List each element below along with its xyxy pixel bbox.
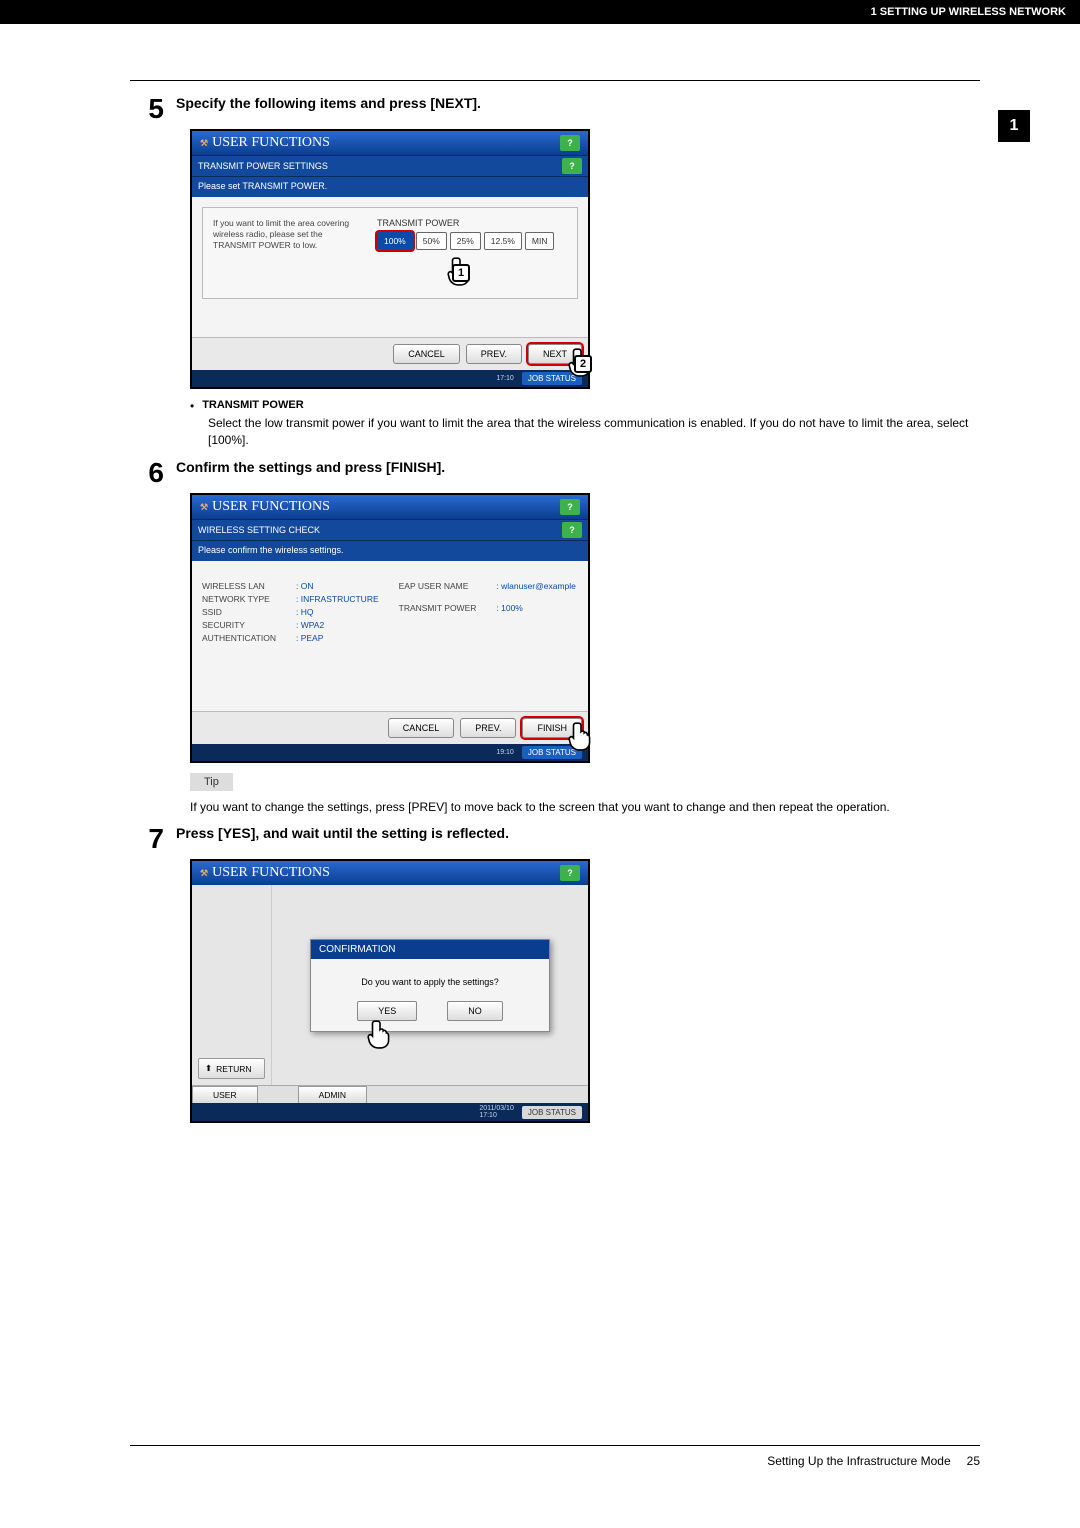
check-val: : ON [296,581,379,591]
chapter-tab: 1 [998,110,1030,142]
prev-button[interactable]: PREV. [460,718,516,738]
check-key: SSID [202,607,276,617]
panel-instruction: Please confirm the wireless settings. [192,541,588,561]
panel-title: USER FUNCTIONS [212,135,330,150]
return-label: RETURN [216,1064,251,1074]
tool-icon: ⚒ [200,868,208,878]
check-key: NETWORK TYPE [202,594,276,604]
check-val: : HQ [296,607,379,617]
check-val: : WPA2 [296,620,379,630]
check-val: : INFRASTRUCTURE [296,594,379,604]
panel-title: USER FUNCTIONS [212,499,330,514]
screenshot-confirmation: ⚒ USER FUNCTIONS ? ⬆ RETURN CONFIRMATION … [190,859,980,1123]
step-7: 7 Press [YES], and wait until the settin… [130,825,980,853]
transmit-power-desc: • TRANSMIT POWER Select the low transmit… [190,399,980,449]
step-5-title: Specify the following items and press [N… [176,95,980,111]
chapter-header: 1 SETTING UP WIRELESS NETWORK [0,0,1080,24]
tp-option-min[interactable]: MIN [525,232,555,250]
top-rule [130,80,980,81]
yes-button[interactable]: YES [357,1001,417,1021]
transmit-power-label: TRANSMIT POWER [377,218,567,228]
pointer-hand-icon [367,1019,393,1049]
step-number: 5 [130,95,164,123]
callout-2: 2 [574,355,592,373]
panel-instruction: Please set TRANSMIT POWER. [192,177,588,197]
page-number: 25 [967,1454,980,1468]
step-5: 5 Specify the following items and press … [130,95,980,123]
check-key: AUTHENTICATION [202,633,276,643]
panel-title: USER FUNCTIONS [212,865,330,880]
transmit-power-bullet-title: TRANSMIT POWER [202,399,303,413]
tip-label: Tip [190,773,233,791]
callout-1: 1 [452,264,470,282]
return-button[interactable]: ⬆ RETURN [198,1058,265,1079]
help-icon[interactable]: ? [560,499,580,515]
panel-subtitle: TRANSMIT POWER SETTINGS [198,161,328,171]
bullet-icon: • [190,399,194,413]
help-icon[interactable]: ? [560,135,580,151]
check-key: SECURITY [202,620,276,630]
modal-question: Do you want to apply the settings? [321,977,539,987]
prev-button[interactable]: PREV. [466,344,522,364]
pointer-hand-icon [568,721,594,751]
job-status-button[interactable]: JOB STATUS [522,1106,582,1119]
panel-date: 2011/03/1017:10 [479,1105,514,1119]
tip-block: Tip If you want to change the settings, … [190,773,980,816]
page-footer: Setting Up the Infrastructure Mode 25 [130,1445,980,1468]
up-arrow-icon: ⬆ [205,1063,212,1074]
confirmation-modal: CONFIRMATION Do you want to apply the se… [310,939,550,1032]
modal-title: CONFIRMATION [311,940,549,959]
tool-icon: ⚒ [200,502,208,512]
panel-time: 19:10 [496,749,514,756]
tp-option-50[interactable]: 50% [416,232,447,250]
panel-time: 17:10 [496,375,514,382]
check-val: : PEAP [296,633,379,643]
tp-option-25[interactable]: 25% [450,232,481,250]
tool-icon: ⚒ [200,138,208,148]
tp-option-12[interactable]: 12.5% [484,232,522,250]
check-key: WIRELESS LAN [202,581,276,591]
footer-title: Setting Up the Infrastructure Mode [767,1454,950,1468]
check-key: TRANSMIT POWER [399,603,477,613]
panel-subtitle: WIRELESS SETTING CHECK [198,525,320,535]
cancel-button[interactable]: CANCEL [393,344,460,364]
step-6: 6 Confirm the settings and press [FINISH… [130,459,980,487]
step-6-title: Confirm the settings and press [FINISH]. [176,459,980,475]
check-val: : wlanuser@example [496,581,576,591]
screenshot-transmit-power: ⚒ USER FUNCTIONS ? TRANSMIT POWER SETTING… [190,129,980,389]
help-icon[interactable]: ? [562,522,582,538]
step-number: 7 [130,825,164,853]
transmit-power-bullet-text: Select the low transmit power if you wan… [208,415,980,449]
user-tab[interactable]: USER [192,1086,258,1103]
step-number: 6 [130,459,164,487]
no-button[interactable]: NO [447,1001,503,1021]
screenshot-setting-check: ⚒ USER FUNCTIONS ? WIRELESS SETTING CHECK… [190,493,980,763]
step-7-title: Press [YES], and wait until the setting … [176,825,980,841]
help-icon[interactable]: ? [562,158,582,174]
transmit-note: If you want to limit the area covering w… [213,218,363,251]
admin-tab[interactable]: ADMIN [298,1086,367,1103]
tip-text: If you want to change the settings, pres… [190,799,980,816]
check-key: EAP USER NAME [399,581,477,591]
cancel-button[interactable]: CANCEL [388,718,455,738]
check-val: : 100% [496,603,576,613]
tp-option-100[interactable]: 100% [377,232,413,250]
help-icon[interactable]: ? [560,865,580,881]
